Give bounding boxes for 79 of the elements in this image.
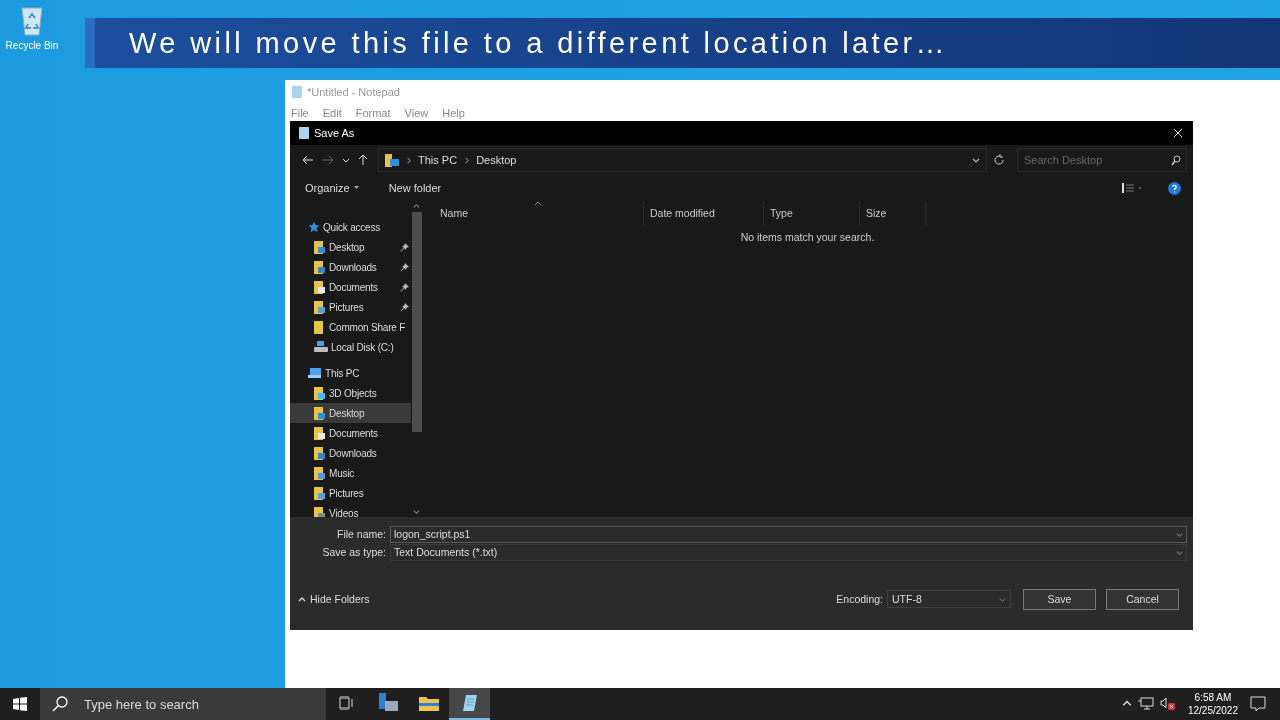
nav-item[interactable]: 3D Objects (290, 383, 411, 403)
close-button[interactable] (1171, 126, 1185, 140)
notepad-icon (298, 127, 310, 139)
star-icon (308, 221, 320, 233)
caption-text: We will move this file to a different location later… (129, 26, 949, 60)
caret-icon (342, 156, 350, 164)
scrollbar[interactable] (411, 201, 422, 517)
column-header[interactable]: Name (434, 201, 644, 225)
cancel-button[interactable]: Cancel (1106, 588, 1179, 610)
breadcrumb-item[interactable]: This PC (418, 154, 458, 166)
chevron-icon (405, 156, 412, 164)
nav-item[interactable]: Pictures (290, 483, 411, 503)
windows-logo-icon (13, 697, 27, 711)
server-icon (376, 693, 399, 713)
file-type-dropdown[interactable]: Text Documents (*.txt) (390, 543, 1187, 561)
recycle-bin-icon[interactable] (19, 4, 45, 36)
dialog-title: Save As (314, 127, 356, 139)
menu-item[interactable]: Edit (322, 107, 342, 119)
encoding-label: Encoding: (836, 593, 883, 605)
nav-item[interactable]: Documents (290, 423, 411, 443)
menu-item[interactable]: Help (442, 107, 465, 119)
notepad-icon (291, 86, 303, 98)
nav-item[interactable]: Downloads (290, 443, 411, 463)
network-icon[interactable] (1137, 697, 1154, 711)
nav-item[interactable]: This PC (290, 363, 411, 383)
folder-icon (314, 320, 326, 334)
chevron-icon (463, 156, 471, 164)
search-icon (1171, 154, 1181, 166)
notification-icon[interactable] (1250, 696, 1266, 712)
column-header[interactable]: Date modified (644, 201, 764, 225)
dropdown-icon (1176, 530, 1183, 538)
taskbar-search-field[interactable]: Type here to search (40, 688, 326, 720)
nav-item[interactable]: Desktop (290, 237, 411, 257)
caret-icon (298, 596, 306, 602)
search-field[interactable]: Search Desktop (1017, 148, 1187, 172)
menu-item[interactable]: View (404, 107, 429, 119)
window-title: *Untitled - Notepad (307, 86, 400, 98)
muted-speaker-icon[interactable] (1159, 697, 1176, 711)
back-button[interactable] (300, 153, 316, 167)
nav-item[interactable]: Documents (290, 277, 411, 297)
nav-item[interactable]: Local Disk (C:) (290, 337, 411, 357)
address-bar[interactable]: This PC Desktop (378, 148, 987, 172)
task-view-icon (338, 696, 355, 710)
menu-item[interactable]: Format (355, 107, 391, 119)
taskbar-app[interactable] (449, 688, 490, 720)
dropdown-icon (1176, 548, 1183, 556)
caret-icon (353, 186, 359, 190)
column-header[interactable]: Size (860, 201, 926, 225)
clock[interactable]: 6:58 AM 12/25/2022 (1187, 691, 1238, 717)
refresh-button[interactable] (991, 152, 1007, 168)
nav-item[interactable]: Pictures (290, 297, 411, 317)
nav-item[interactable]: Music (290, 463, 411, 483)
new-folder-button[interactable]: New folder (383, 180, 447, 196)
help-button[interactable] (1166, 179, 1183, 197)
file-name-field[interactable]: logon_script.ps1 (390, 525, 1187, 543)
encoding-dropdown[interactable]: UTF-8 (887, 590, 1011, 608)
field-label: Save as type: (321, 546, 387, 558)
caret-icon (999, 595, 1006, 603)
caret-icon (972, 156, 980, 164)
field-label: File name: (335, 528, 387, 540)
breadcrumb-item[interactable]: Desktop (476, 154, 517, 166)
scroll-up-icon (413, 203, 420, 210)
nav-item[interactable]: Quick access (290, 217, 411, 237)
up-button[interactable] (356, 152, 370, 168)
organize-menu[interactable]: Organize (300, 180, 364, 196)
nav-item[interactable]: Common Share F (290, 317, 411, 337)
nav-item[interactable]: Downloads (290, 257, 411, 277)
folder-icon (418, 695, 439, 711)
menu-item[interactable]: File (291, 107, 309, 119)
empty-message: No items match your search. (739, 230, 876, 243)
scroll-down-icon (413, 508, 420, 515)
search-icon (52, 696, 68, 712)
hide-folders-button[interactable]: Hide Folders (298, 593, 370, 605)
column-header[interactable]: Type (764, 201, 860, 225)
icon-label: Recycle Bin (5, 40, 59, 51)
drive-icon (314, 341, 328, 353)
notepad-icon (460, 694, 479, 712)
save-button[interactable]: Save (1023, 588, 1096, 610)
nav-item[interactable]: Desktop (290, 403, 411, 423)
